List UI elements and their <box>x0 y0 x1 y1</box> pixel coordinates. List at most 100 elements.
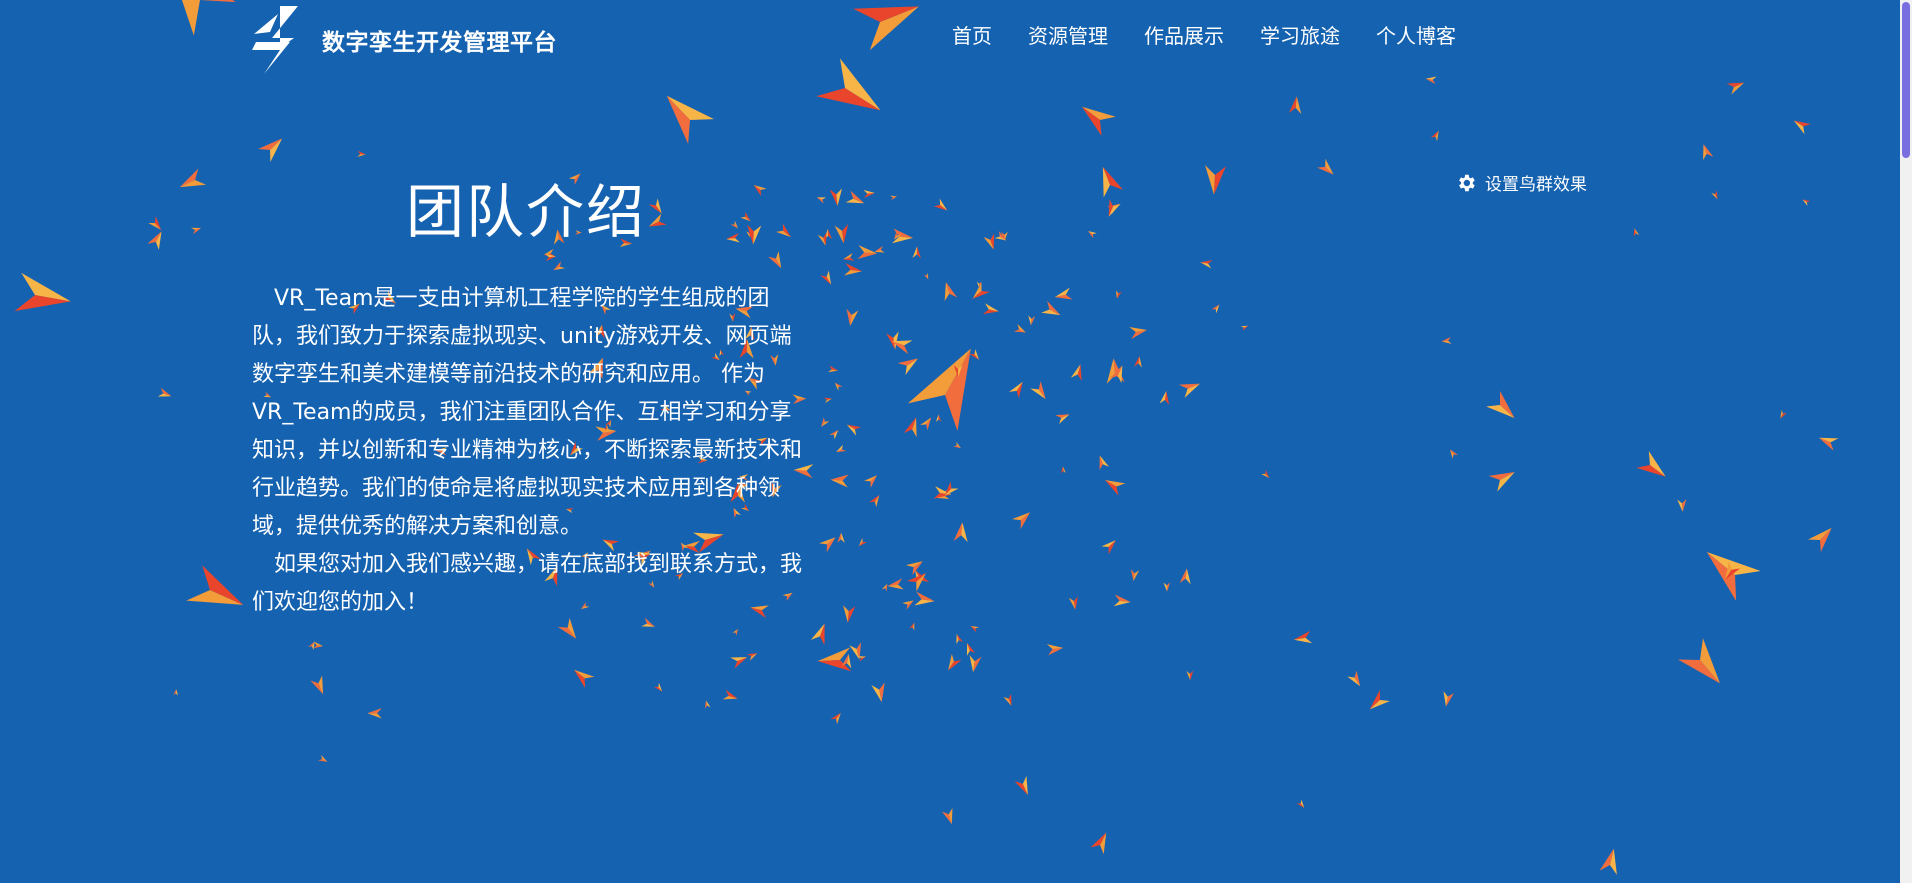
bird <box>835 444 847 453</box>
page-title: 团队介绍 <box>406 178 647 246</box>
bird <box>1108 199 1121 217</box>
bird <box>1186 670 1194 681</box>
bird-settings-label: 设置鸟群效果 <box>1485 175 1587 195</box>
bird <box>944 481 959 496</box>
bird <box>1159 390 1170 405</box>
bird <box>310 675 324 695</box>
brand[interactable]: 数字孪生开发管理平台 <box>250 4 557 76</box>
bird <box>1101 540 1116 555</box>
bird <box>157 387 172 397</box>
bird <box>823 397 833 404</box>
page: 数字孪生开发管理平台 首页 资源管理 作品展示 学习旅途 个人博客 设置鸟群效果… <box>0 0 1912 883</box>
bird <box>1711 190 1718 200</box>
bird <box>1179 568 1191 585</box>
bird <box>1369 690 1390 710</box>
bird <box>897 358 918 376</box>
bird <box>905 561 923 576</box>
bird <box>887 578 904 590</box>
nav-item-blog[interactable]: 个人博客 <box>1376 20 1456 49</box>
bird <box>829 188 843 206</box>
bird <box>819 537 836 553</box>
bird <box>186 565 244 605</box>
bird <box>1115 290 1122 299</box>
bird <box>1293 630 1313 644</box>
bird <box>1449 449 1459 459</box>
bird <box>941 808 953 825</box>
bird <box>1014 775 1028 796</box>
bird <box>1028 315 1036 326</box>
bird <box>820 270 832 285</box>
bird <box>666 95 714 144</box>
bird <box>953 522 968 543</box>
bird <box>863 189 876 199</box>
bird <box>912 246 921 259</box>
bird <box>1726 82 1745 95</box>
bird <box>837 532 845 543</box>
bird <box>653 682 663 692</box>
bird <box>816 197 827 204</box>
bird <box>970 625 980 633</box>
bird <box>1808 527 1832 552</box>
bird <box>1636 451 1666 477</box>
bird <box>845 190 865 204</box>
brand-title: 数字孪生开发管理平台 <box>322 30 557 56</box>
join-paragraph: 如果您对加入我们感兴趣，请在底部找到联系方式，我们欢迎您的加入！ <box>252 552 803 615</box>
bird <box>1087 231 1097 239</box>
bird <box>722 689 738 700</box>
bird <box>190 227 202 235</box>
bird <box>834 223 849 244</box>
bird <box>828 365 839 373</box>
bird <box>890 195 898 201</box>
lightning-bolt-icon <box>252 6 298 74</box>
bird <box>953 441 962 449</box>
bird <box>1030 381 1046 400</box>
bird <box>1317 158 1334 175</box>
bird <box>849 642 861 660</box>
nav-item-home[interactable]: 首页 <box>952 20 992 49</box>
bird <box>1200 260 1213 269</box>
bird <box>842 252 855 261</box>
bird-settings-button[interactable]: 设置鸟群效果 <box>1455 170 1587 195</box>
bird <box>1599 848 1617 875</box>
bird <box>983 233 995 250</box>
bird <box>1070 364 1082 381</box>
bird <box>830 474 849 488</box>
bird <box>1288 96 1302 114</box>
bird <box>1443 691 1454 707</box>
bird <box>1090 832 1107 855</box>
bird <box>1488 472 1515 492</box>
bird <box>1003 693 1012 706</box>
bird <box>846 424 862 436</box>
bird <box>972 282 990 299</box>
nav-item-learning[interactable]: 学习旅途 <box>1260 20 1340 49</box>
bird <box>920 417 932 431</box>
bird <box>903 417 917 438</box>
bird <box>843 605 856 623</box>
nav-item-works[interactable]: 作品展示 <box>1144 20 1224 49</box>
scrollbar-thumb[interactable] <box>1902 2 1910 158</box>
bird <box>982 303 999 315</box>
bird <box>258 138 283 162</box>
bird <box>914 591 935 606</box>
bird <box>1678 638 1721 684</box>
bird <box>858 537 867 547</box>
bird <box>730 657 748 669</box>
bird <box>357 150 366 157</box>
bird <box>821 417 830 428</box>
bird <box>1012 512 1031 530</box>
nav-item-resources[interactable]: 资源管理 <box>1028 20 1108 49</box>
vertical-scrollbar[interactable] <box>1900 0 1912 883</box>
bird <box>966 642 976 656</box>
bird <box>1240 325 1249 331</box>
bird <box>844 262 863 276</box>
bird <box>817 232 827 246</box>
bird <box>909 622 915 631</box>
bird <box>1211 304 1220 314</box>
bird <box>1633 228 1640 237</box>
bird <box>1706 551 1761 601</box>
bird <box>1013 324 1026 333</box>
gear-icon <box>1459 174 1475 191</box>
bird <box>1441 336 1452 344</box>
bird <box>944 281 958 302</box>
bird <box>969 655 982 673</box>
